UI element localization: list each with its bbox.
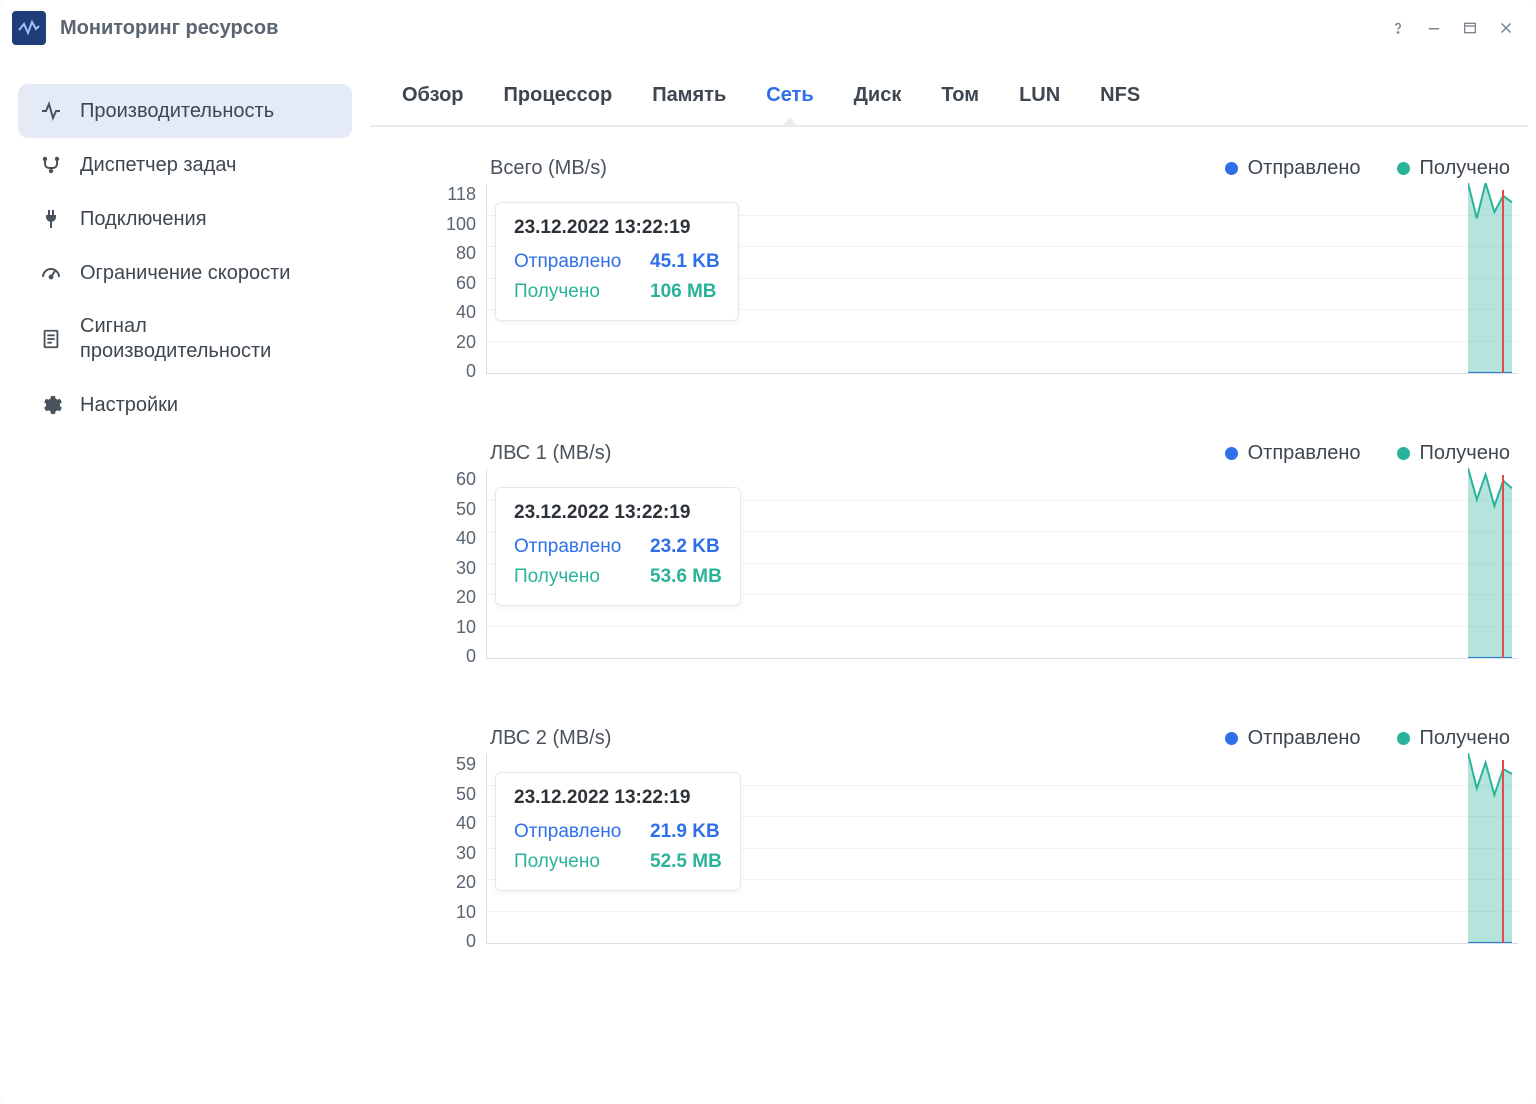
tab-overview[interactable]: Обзор [400, 74, 466, 125]
sidebar-item-performance[interactable]: Производительность [18, 84, 352, 138]
tooltip-timestamp: 23.12.2022 13:22:19 [514, 502, 722, 524]
y-axis: 6050403020100 [400, 469, 486, 667]
app-icon [12, 11, 46, 45]
tabs: Обзор Процессор Память Сеть Диск Том LUN… [370, 56, 1528, 127]
legend-sent: Отправлено [1225, 727, 1361, 750]
sidebar-item-label: Диспетчер задач [80, 153, 332, 178]
tooltip-sent-value: 45.1 KB [650, 247, 720, 277]
branch-icon [38, 152, 64, 178]
chart-tooltip: 23.12.2022 13:22:19 Отправлено 21.9 KB Полу… [495, 772, 741, 891]
legend-sent: Отправлено [1225, 442, 1361, 465]
chart-legend: Отправлено Получено [1225, 727, 1518, 750]
gear-icon [38, 392, 64, 418]
sidebar-item-speed-limit[interactable]: Ограничение скорости [18, 246, 352, 300]
content-scroll[interactable]: Всего (MB/s)ОтправленоПолучено1181008060… [370, 127, 1528, 1104]
tooltip-recv-value: 52.5 MB [650, 847, 722, 877]
chart-plot[interactable]: 23.12.2022 13:22:19 Отправлено 45.1 KB Полу… [486, 184, 1518, 374]
sidebar-item-label: Производительность [80, 99, 332, 124]
legend-recv: Получено [1397, 157, 1510, 180]
titlebar: Мониторинг ресурсов [0, 0, 1536, 56]
close-button[interactable] [1488, 10, 1524, 46]
sidebar-item-label: Сигнал производительности [80, 314, 332, 364]
time-marker [1502, 475, 1504, 658]
tab-disk[interactable]: Диск [852, 74, 904, 125]
activity-icon [38, 98, 64, 124]
chart-tooltip: 23.12.2022 13:22:19 Отправлено 23.2 KB Полу… [495, 487, 741, 606]
tooltip-timestamp: 23.12.2022 13:22:19 [514, 787, 722, 809]
help-button[interactable] [1380, 10, 1416, 46]
tooltip-recv-label: Получено [514, 847, 632, 877]
chart-tooltip: 23.12.2022 13:22:19 Отправлено 45.1 KB Полу… [495, 202, 739, 321]
tab-lun[interactable]: LUN [1017, 74, 1062, 125]
tooltip-sent-value: 23.2 KB [650, 532, 720, 562]
tab-cpu[interactable]: Процессор [502, 74, 615, 125]
y-axis: 5950403020100 [400, 754, 486, 952]
sidebar-item-settings[interactable]: Настройки [18, 378, 352, 432]
time-marker [1502, 760, 1504, 943]
legend-sent: Отправлено [1225, 157, 1361, 180]
tooltip-sent-label: Отправлено [514, 532, 632, 562]
tooltip-sent-label: Отправлено [514, 247, 632, 277]
sidebar-item-connections[interactable]: Подключения [18, 192, 352, 246]
chart-title: ЛВС 2 (MB/s) [490, 727, 611, 750]
minimize-button[interactable] [1416, 10, 1452, 46]
legend-recv: Получено [1397, 442, 1510, 465]
sidebar-item-label: Настройки [80, 393, 332, 418]
main-panel: Обзор Процессор Память Сеть Диск Том LUN… [370, 56, 1536, 1104]
tab-nfs[interactable]: NFS [1098, 74, 1142, 125]
tooltip-sent-label: Отправлено [514, 817, 632, 847]
sidebar-item-perf-signal[interactable]: Сигнал производительности [18, 300, 352, 378]
maximize-button[interactable] [1452, 10, 1488, 46]
y-axis: 118100806040200 [400, 184, 486, 382]
chart-title: Всего (MB/s) [490, 157, 607, 180]
app-window: Мониторинг ресурсов Производительность Д… [0, 0, 1536, 1104]
legend-recv: Получено [1397, 727, 1510, 750]
chart-plot[interactable]: 23.12.2022 13:22:19 Отправлено 23.2 KB Полу… [486, 469, 1518, 659]
sidebar-item-task-manager[interactable]: Диспетчер задач [18, 138, 352, 192]
tab-memory[interactable]: Память [650, 74, 728, 125]
time-marker [1502, 190, 1504, 373]
tooltip-recv-value: 106 MB [650, 277, 717, 307]
chart-plot[interactable]: 23.12.2022 13:22:19 Отправлено 21.9 KB Полу… [486, 754, 1518, 944]
document-icon [38, 326, 64, 352]
sidebar: Производительность Диспетчер задач Подкл… [0, 56, 370, 1104]
chart-block: ЛВС 2 (MB/s)ОтправленоПолучено5950403020… [400, 727, 1518, 952]
window-title: Мониторинг ресурсов [60, 17, 278, 40]
tooltip-sent-value: 21.9 KB [650, 817, 720, 847]
tooltip-timestamp: 23.12.2022 13:22:19 [514, 217, 720, 239]
tab-volume[interactable]: Том [939, 74, 981, 125]
chart-title: ЛВС 1 (MB/s) [490, 442, 611, 465]
tooltip-recv-label: Получено [514, 562, 632, 592]
tooltip-recv-value: 53.6 MB [650, 562, 722, 592]
chart-legend: Отправлено Получено [1225, 442, 1518, 465]
sidebar-item-label: Подключения [80, 207, 332, 232]
plug-icon [38, 206, 64, 232]
tooltip-recv-label: Получено [514, 277, 632, 307]
chart-block: Всего (MB/s)ОтправленоПолучено1181008060… [400, 157, 1518, 382]
gauge-icon [38, 260, 64, 286]
sidebar-item-label: Ограничение скорости [80, 261, 332, 286]
chart-block: ЛВС 1 (MB/s)ОтправленоПолучено6050403020… [400, 442, 1518, 667]
tab-network[interactable]: Сеть [764, 74, 815, 125]
chart-legend: Отправлено Получено [1225, 157, 1518, 180]
